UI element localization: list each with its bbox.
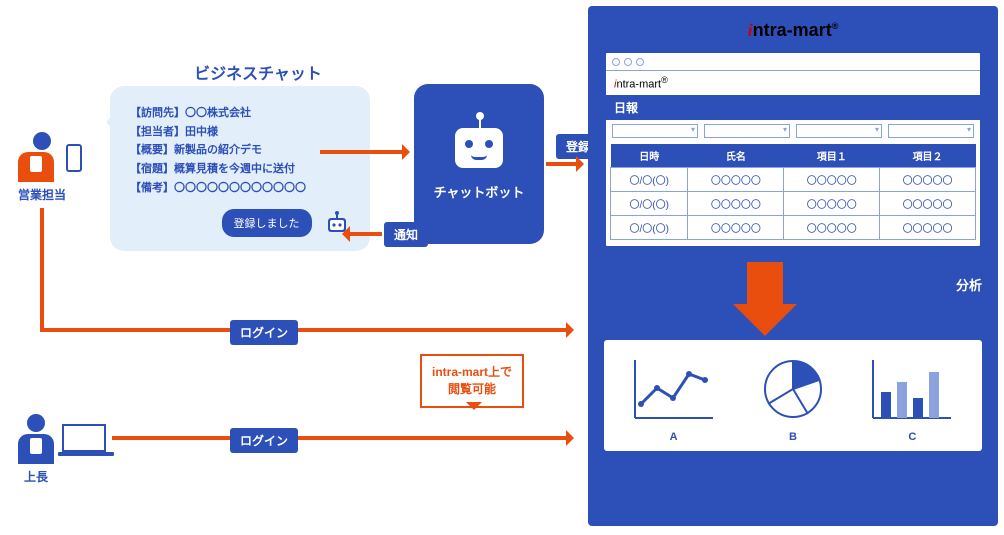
logo-reg: ®: [832, 21, 839, 31]
col-item1: 項目１: [784, 144, 880, 168]
viewable-note: intra-mart上で 閲覧可能: [420, 354, 524, 408]
arrow-register: [546, 162, 582, 166]
sales-person-icon: 営業担当: [18, 132, 66, 203]
boss-person-icon: 上長: [18, 414, 54, 485]
col-name: 氏名: [688, 144, 784, 168]
boss-label: 上長: [18, 468, 54, 485]
arrow-chat-to-bot: [320, 150, 408, 154]
analysis-label: 分析: [956, 275, 982, 294]
intramart-logo: intra-mart®: [604, 20, 982, 41]
chat-title: ビジネスチャット: [158, 60, 358, 84]
chart-b-label: B: [743, 431, 843, 443]
browser-bar: [606, 53, 980, 71]
table-row: 〇/〇(〇)〇〇〇〇〇〇〇〇〇〇〇〇〇〇〇: [611, 215, 976, 239]
intramart-panel: intra-mart® intra-mart® 日報 ▾▾▾▾ 日時 氏名 項目…: [588, 6, 998, 526]
login-label-2: ログイン: [230, 428, 298, 453]
mini-logo: intra-mart®: [606, 71, 980, 95]
chat-contact: 【担当者】田中様: [130, 123, 350, 142]
col-item2: 項目２: [880, 144, 976, 168]
chat-homework: 【宿題】概算見積を今週中に送付: [130, 160, 350, 179]
arrow-notify: [344, 232, 382, 236]
bar-chart-icon: C: [862, 354, 962, 443]
phone-icon: [66, 144, 82, 172]
notify-label: 通知: [384, 222, 428, 247]
laptop-icon: [62, 424, 106, 452]
boss-login-line: [112, 436, 572, 440]
chat-visit: 【訪問先】〇〇株式会社: [130, 104, 350, 123]
line-chart-icon: A: [624, 354, 724, 443]
col-date: 日時: [611, 144, 688, 168]
sales-label: 営業担当: [18, 186, 66, 203]
login-label-1: ログイン: [230, 320, 298, 345]
chatbot-label: チャットボット: [434, 182, 525, 201]
chat-note: 【備考】〇〇〇〇〇〇〇〇〇〇〇〇: [130, 179, 350, 198]
chart-c-label: C: [862, 431, 962, 443]
report-title: 日報: [606, 95, 980, 120]
confirm-chip: 登録しました: [222, 209, 312, 237]
viewable-line1: intra-mart上で: [432, 365, 512, 379]
logo-rest: ntra-mart: [753, 20, 832, 40]
down-arrow-icon: [747, 262, 783, 316]
report-browser: intra-mart® 日報 ▾▾▾▾ 日時 氏名 項目１ 項目２ 〇/〇(〇)…: [604, 51, 982, 248]
pie-chart-icon: B: [743, 354, 843, 443]
sales-login-line-v: [40, 208, 44, 330]
filter-row: ▾▾▾▾: [606, 120, 980, 142]
viewable-line2: 閲覧可能: [448, 382, 496, 396]
table-row: 〇/〇(〇)〇〇〇〇〇〇〇〇〇〇〇〇〇〇〇: [611, 191, 976, 215]
chart-row: A B C: [604, 340, 982, 451]
chatbot-box: チャットボット: [414, 84, 544, 244]
report-table: 日時 氏名 項目１ 項目２ 〇/〇(〇)〇〇〇〇〇〇〇〇〇〇〇〇〇〇〇 〇/〇(…: [610, 144, 976, 240]
chat-summary: 【概要】新製品の紹介デモ: [130, 141, 350, 160]
table-row: 〇/〇(〇)〇〇〇〇〇〇〇〇〇〇〇〇〇〇〇: [611, 167, 976, 191]
chart-a-label: A: [624, 431, 724, 443]
sales-login-line-h: [40, 328, 572, 332]
chat-bubble: 【訪問先】〇〇株式会社 【担当者】田中様 【概要】新製品の紹介デモ 【宿題】概算…: [110, 86, 370, 251]
